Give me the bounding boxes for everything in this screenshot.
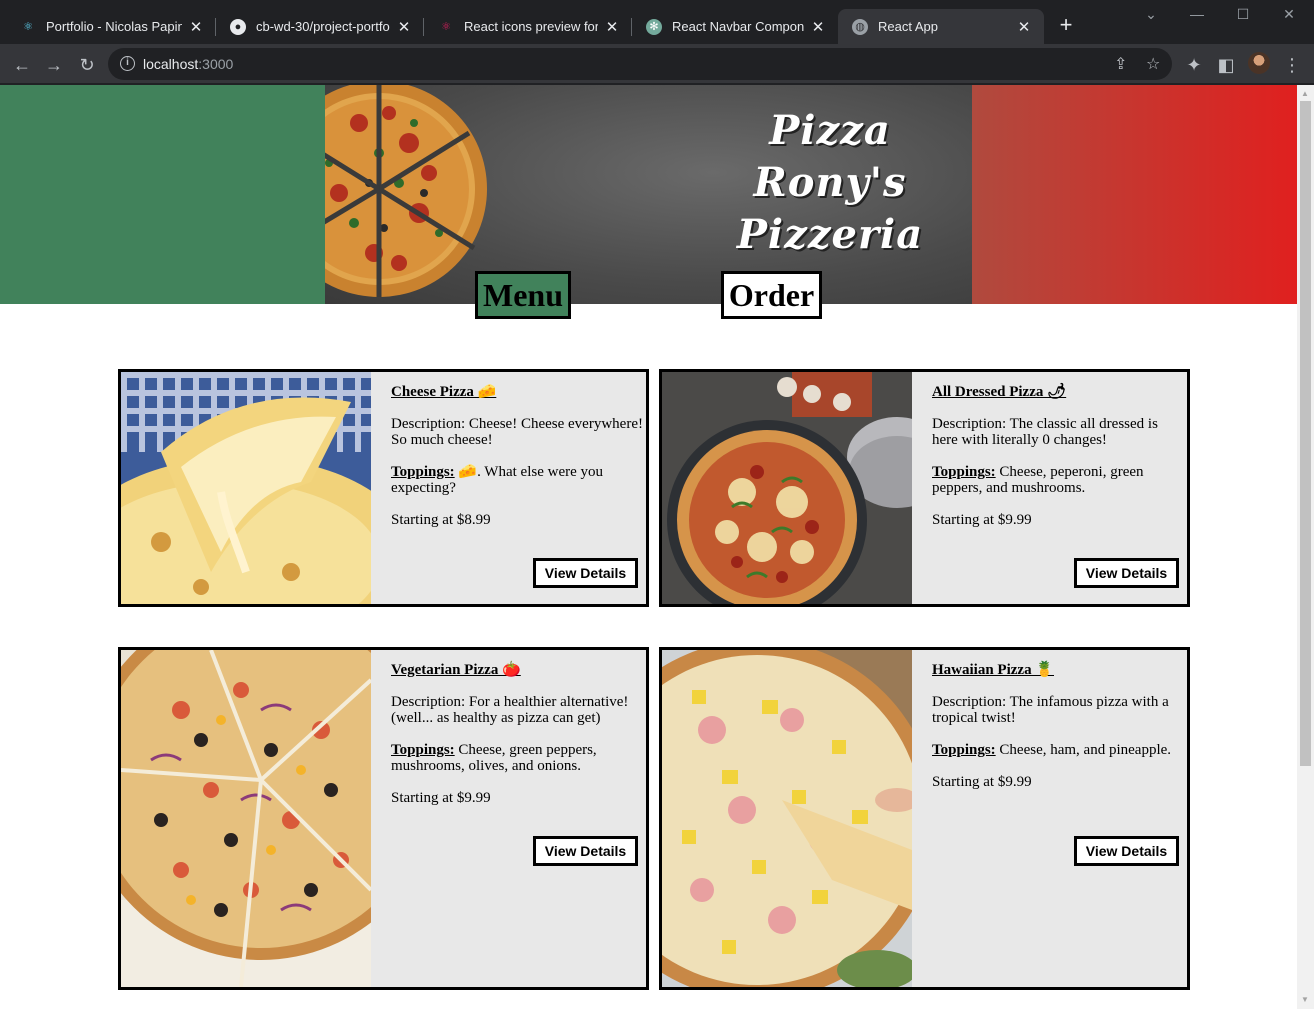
tab-strip: ⚛ Portfolio - Nicolas Papinea ✕ ● cb-wd-… xyxy=(0,0,1314,44)
tab-title: React icons preview for di xyxy=(464,19,598,34)
menu-card-cheese: Cheese Pizza 🧀 Description: Cheese! Chee… xyxy=(118,369,649,607)
toppings-label: Toppings: xyxy=(932,742,996,758)
site-info-icon[interactable]: i xyxy=(120,56,135,71)
title-line: Pizza xyxy=(769,107,891,154)
menu-card-all-dressed: All Dressed Pizza 🌶 Description: The cla… xyxy=(659,369,1190,607)
close-window-icon[interactable]: ✕ xyxy=(1266,6,1312,23)
pizza-toppings: Toppings: Cheese, peperoni, green pepper… xyxy=(932,464,1187,496)
new-tab-button[interactable]: + xyxy=(1054,14,1078,38)
more-menu-icon[interactable]: ⋮ xyxy=(1279,52,1305,78)
page-viewport: Pizza Rony's Pizzeria Menu Order Cheese … xyxy=(0,85,1297,1009)
hawaiian-pizza-photo xyxy=(662,650,912,987)
cheese-pizza-photo xyxy=(121,372,371,604)
view-details-button[interactable]: View Details xyxy=(1074,836,1179,866)
tab-search-icon[interactable]: ⌄ xyxy=(1128,6,1174,23)
toppings-label: Toppings: xyxy=(932,464,996,480)
nav-menu-button[interactable]: Menu xyxy=(475,271,571,319)
browser-toolbar: ← → ↻ i localhost:3000 ⇪ ☆ ✦ ◧ ⋮ xyxy=(0,44,1314,84)
pizza-toppings: Toppings: Cheese, green peppers, mushroo… xyxy=(391,742,646,774)
pizza-name[interactable]: Vegetarian Pizza 🍅 xyxy=(391,662,646,678)
back-icon[interactable]: ← xyxy=(9,52,35,78)
page-scrollbar[interactable]: ▲ ▼ xyxy=(1297,85,1314,1009)
title-line: Rony's xyxy=(753,159,907,206)
pizza-description: Description: For a healthier alternative… xyxy=(391,694,629,726)
minimize-icon[interactable]: — xyxy=(1174,6,1220,22)
scroll-up-icon[interactable]: ▲ xyxy=(1301,89,1309,98)
close-tab-icon[interactable]: ✕ xyxy=(188,18,204,36)
tab-title: React Navbar Component xyxy=(672,19,804,34)
side-panel-icon[interactable]: ◧ xyxy=(1213,52,1239,78)
toppings-label: Toppings: xyxy=(391,464,455,480)
toppings-label: Toppings: xyxy=(391,742,455,758)
pizza-name[interactable]: Cheese Pizza 🧀 xyxy=(391,384,646,400)
pizza-price: Starting at $9.99 xyxy=(391,790,491,806)
close-tab-icon[interactable]: ✕ xyxy=(1016,18,1032,36)
extensions-icon[interactable]: ✦ xyxy=(1181,52,1207,78)
vegetarian-pizza-photo xyxy=(121,650,371,987)
pizza-description: Description: The classic all dressed is … xyxy=(932,416,1158,448)
tab-react-app[interactable]: ◍ React App ✕ xyxy=(838,9,1044,44)
globe-icon: ◍ xyxy=(852,18,868,35)
url-text[interactable]: localhost:3000 xyxy=(143,56,233,72)
react-icons-icon: ⚛ xyxy=(441,21,451,33)
card-body: Cheese Pizza 🧀 Description: Cheese! Chee… xyxy=(391,384,646,528)
share-icon[interactable]: ⇪ xyxy=(1114,54,1127,74)
pizza-description: Description: The infamous pizza with a t… xyxy=(932,694,1169,726)
tab-title: Portfolio - Nicolas Papinea xyxy=(46,19,182,34)
pizza-name[interactable]: Hawaiian Pizza 🍍 xyxy=(932,662,1187,678)
hero-image: Pizza Rony's Pizzeria xyxy=(325,85,972,304)
url-port: :3000 xyxy=(198,56,234,72)
pizza-price: Starting at $9.99 xyxy=(932,774,1032,790)
pizzeria-title: Pizza Rony's Pizzeria xyxy=(710,105,950,261)
pizza-price: Starting at $8.99 xyxy=(391,512,491,528)
profile-avatar[interactable] xyxy=(1248,52,1270,74)
pizza-description: Description: Cheese! Cheese everywhere! … xyxy=(391,416,643,448)
scrollbar-thumb[interactable] xyxy=(1300,101,1311,766)
chatgpt-icon: ✻ xyxy=(646,18,662,35)
tab-navbar-component[interactable]: ✻ React Navbar Component ✕ xyxy=(632,9,838,44)
reload-icon[interactable]: ↻ xyxy=(74,52,100,78)
title-line: Pizzeria xyxy=(736,211,924,258)
tab-github[interactable]: ● cb-wd-30/project-portfoli ✕ xyxy=(216,9,424,44)
bookmark-star-icon[interactable]: ☆ xyxy=(1146,54,1160,74)
github-icon: ● xyxy=(230,18,246,35)
pizza-graphic xyxy=(325,85,487,297)
react-icon: ⚛ xyxy=(23,21,33,33)
menu-card-hawaiian: Hawaiian Pizza 🍍 Description: The infamo… xyxy=(659,647,1190,990)
tab-title: cb-wd-30/project-portfoli xyxy=(256,19,390,34)
pizza-price: Starting at $9.99 xyxy=(932,512,1032,528)
close-tab-icon[interactable]: ✕ xyxy=(604,18,620,36)
card-body: All Dressed Pizza 🌶 Description: The cla… xyxy=(932,384,1187,528)
close-tab-icon[interactable]: ✕ xyxy=(396,18,412,36)
forward-icon[interactable]: → xyxy=(41,52,67,78)
tab-portfolio[interactable]: ⚛ Portfolio - Nicolas Papinea ✕ xyxy=(6,9,216,44)
tab-title: React App xyxy=(878,19,938,34)
pizza-toppings: Toppings: 🧀. What else were you expectin… xyxy=(391,464,646,496)
card-body: Hawaiian Pizza 🍍 Description: The infamo… xyxy=(932,662,1187,790)
view-details-button[interactable]: View Details xyxy=(533,558,638,588)
tab-react-icons[interactable]: ⚛ React icons preview for di ✕ xyxy=(424,9,632,44)
maximize-icon[interactable]: ☐ xyxy=(1220,6,1266,23)
scroll-down-icon[interactable]: ▼ xyxy=(1301,995,1309,1004)
all-dressed-pizza-photo xyxy=(662,372,912,604)
view-details-button[interactable]: View Details xyxy=(533,836,638,866)
card-body: Vegetarian Pizza 🍅 Description: For a he… xyxy=(391,662,646,806)
url-host: localhost xyxy=(143,56,199,72)
toppings-value: Cheese, ham, and pineapple. xyxy=(995,742,1172,758)
nav-order-button[interactable]: Order xyxy=(721,271,822,319)
view-details-button[interactable]: View Details xyxy=(1074,558,1179,588)
pizza-toppings: Toppings: Cheese, ham, and pineapple. xyxy=(932,742,1187,758)
menu-card-vegetarian: Vegetarian Pizza 🍅 Description: For a he… xyxy=(118,647,649,990)
pizza-name[interactable]: All Dressed Pizza 🌶 xyxy=(932,384,1187,400)
address-bar[interactable]: i localhost:3000 ⇪ ☆ xyxy=(108,48,1172,80)
header-banner: Pizza Rony's Pizzeria xyxy=(0,85,1297,304)
close-tab-icon[interactable]: ✕ xyxy=(810,18,826,36)
